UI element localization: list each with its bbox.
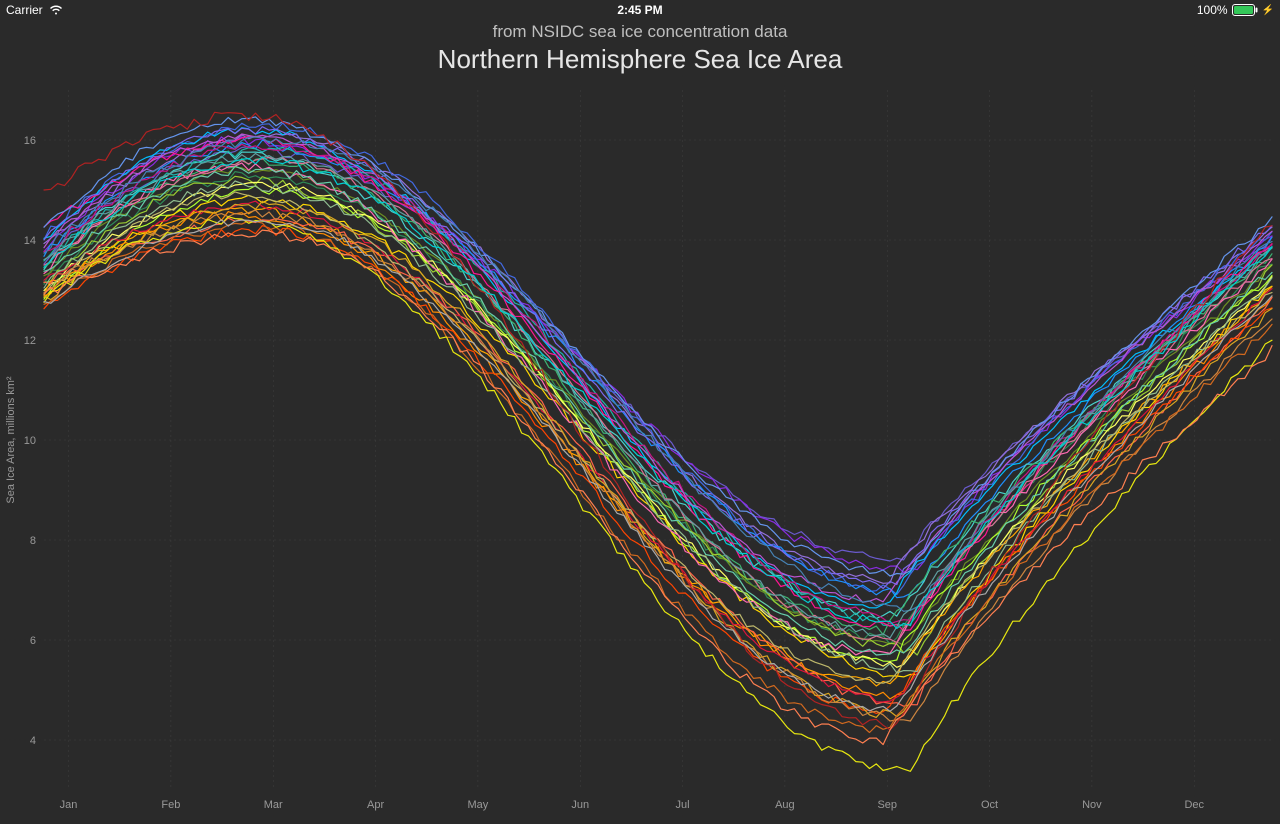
x-tick-label: Feb [161, 799, 180, 811]
carrier-label: Carrier [6, 3, 43, 17]
x-tick-label: May [468, 799, 489, 811]
charging-icon: ⚡ [1262, 5, 1274, 16]
chart-area[interactable]: 4 6 8 10 12 14 16 Jan Feb Mar Apr May Jun Jul Aug Sep Oc… [0, 80, 1280, 824]
battery-icon [1232, 4, 1258, 16]
status-time: 2:45 PM [617, 3, 662, 17]
chart-title: Northern Hemisphere Sea Ice Area [0, 44, 1280, 75]
wifi-icon [49, 5, 63, 15]
x-tick-label: Oct [981, 799, 998, 811]
x-tick-label: Mar [264, 799, 283, 811]
x-tick-label: Apr [367, 799, 384, 811]
y-tick-label: 12 [24, 335, 36, 347]
series-line [44, 210, 1272, 721]
series-line [44, 136, 1272, 630]
series-group [44, 112, 1272, 771]
y-axis-title: Sea Ice Area, millions km² [5, 376, 17, 503]
series-line [44, 128, 1272, 608]
x-tick-label: Dec [1184, 799, 1204, 811]
y-tick-label: 14 [24, 235, 36, 247]
y-tick-label: 10 [24, 435, 36, 447]
x-tick-label: Jan [60, 799, 78, 811]
battery-pct: 100% [1197, 3, 1228, 17]
series-line [44, 166, 1272, 655]
series-line [44, 134, 1272, 602]
line-chart[interactable]: 4 6 8 10 12 14 16 Jan Feb Mar Apr May Jun Jul Aug Sep Oc… [0, 80, 1280, 824]
series-line [44, 221, 1272, 733]
series-line [44, 220, 1272, 712]
x-tick-label: Nov [1082, 799, 1102, 811]
y-tick-label: 6 [30, 635, 36, 647]
series-line [44, 158, 1272, 634]
chart-subtitle: from NSIDC sea ice concentration data [0, 22, 1280, 42]
status-bar: Carrier 2:45 PM 100% ⚡ [0, 0, 1280, 20]
series-line [44, 123, 1272, 595]
series-line [44, 217, 1272, 772]
x-tick-label: Jul [676, 799, 690, 811]
y-tick-label: 8 [30, 535, 36, 547]
y-tick-label: 4 [30, 735, 36, 747]
x-tick-label: Aug [775, 799, 795, 811]
series-line [44, 230, 1272, 745]
x-tick-label: Sep [877, 799, 897, 811]
chart-titles: from NSIDC sea ice concentration data No… [0, 22, 1280, 75]
y-tick-label: 16 [24, 135, 36, 147]
x-tick-label: Jun [571, 799, 589, 811]
series-line [44, 112, 1272, 730]
